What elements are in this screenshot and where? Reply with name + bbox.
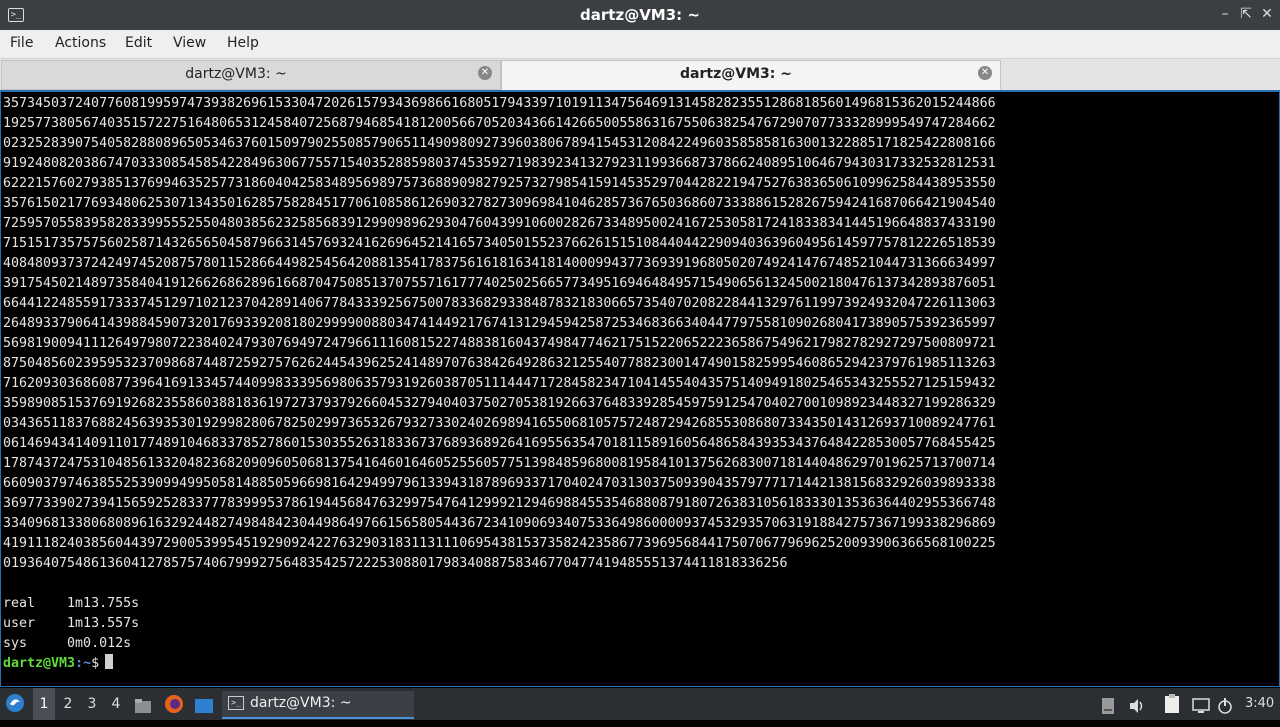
window-title: dartz@VM3: ~ [580, 6, 700, 24]
maximize-icon[interactable]: ⇱ [1237, 6, 1255, 22]
prompt-line[interactable]: dartz@VM3:~$ [3, 654, 114, 674]
title-bar[interactable]: >_ dartz@VM3: ~ – ⇱ ✕ [0, 0, 1280, 30]
menu-view[interactable]: View [173, 35, 206, 51]
text-cursor [105, 654, 114, 669]
workspace-4[interactable]: 4 [105, 688, 127, 720]
task-label: dartz@VM3: ~ [250, 695, 352, 711]
menu-edit[interactable]: Edit [125, 35, 152, 51]
prompt-path: :~ [75, 656, 92, 671]
workspace-1[interactable]: 1 [33, 688, 55, 720]
tab-label: dartz@VM3: ~ [185, 66, 287, 82]
file-manager-icon[interactable] [134, 695, 152, 713]
menu-bar: File Actions Edit View Help [0, 30, 1280, 59]
volume-icon[interactable] [1128, 695, 1146, 713]
app-menu-icon[interactable] [4, 692, 28, 716]
minimize-icon[interactable]: – [1216, 6, 1234, 22]
close-icon[interactable]: ✕ [1258, 6, 1276, 22]
terminal-output: 3573450372407760819959747393826961533047… [3, 96, 996, 651]
menu-actions[interactable]: Actions [55, 35, 106, 51]
clipboard-icon[interactable] [1163, 694, 1181, 714]
tab-close-icon[interactable]: ✕ [978, 66, 992, 80]
prompt-user: dartz@VM3 [3, 656, 76, 671]
tab-terminal-1[interactable]: dartz@VM3: ~ ✕ [1, 60, 501, 90]
power-icon[interactable] [1216, 695, 1234, 714]
menu-file[interactable]: File [10, 35, 33, 51]
workspace-3[interactable]: 3 [81, 688, 103, 720]
tab-bar: dartz@VM3: ~ ✕ dartz@VM3: ~ ✕ [0, 59, 1280, 90]
tab-terminal-2[interactable]: dartz@VM3: ~ ✕ [501, 60, 1001, 90]
terminal-icon: >_ [228, 696, 244, 710]
terminal-view[interactable]: 3573450372407760819959747393826961533047… [0, 90, 1280, 687]
taskbar: 1 2 3 4 >_ dartz@VM3: ~ 3:40 [0, 688, 1280, 720]
firefox-icon[interactable] [164, 694, 184, 714]
workspace-2[interactable]: 2 [57, 688, 79, 720]
desktop-icon[interactable] [194, 695, 214, 713]
network-icon[interactable] [1191, 695, 1211, 713]
menu-help[interactable]: Help [227, 35, 259, 51]
taskbar-task-terminal[interactable]: >_ dartz@VM3: ~ [222, 691, 414, 719]
drive-icon[interactable] [1100, 695, 1116, 714]
prompt-dollar: $ [91, 656, 100, 671]
tab-label: dartz@VM3: ~ [680, 66, 792, 82]
clock[interactable]: 3:40 [1245, 688, 1277, 720]
tab-close-icon[interactable]: ✕ [478, 66, 492, 80]
